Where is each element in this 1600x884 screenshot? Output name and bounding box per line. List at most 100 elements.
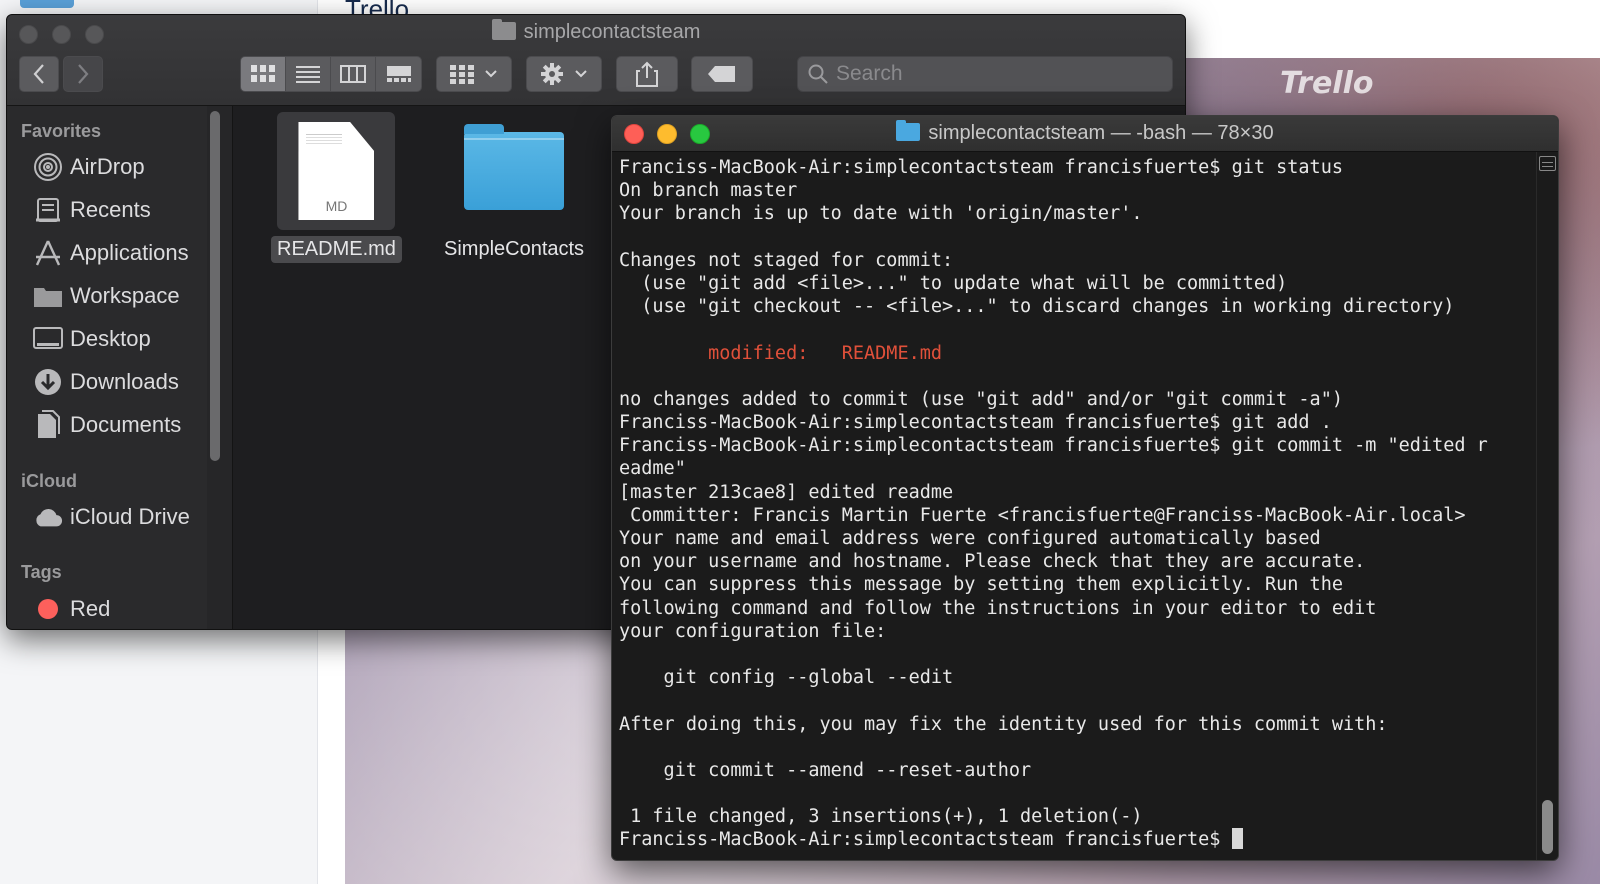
red-tag-dot-icon xyxy=(33,595,63,623)
columns-icon xyxy=(340,65,366,83)
terminal-line: Franciss-MacBook-Air:simplecontactsteam … xyxy=(619,435,1488,457)
sidebar-item-airdrop[interactable]: AirDrop xyxy=(33,150,145,184)
column-view-button[interactable] xyxy=(331,57,376,91)
grid-icon xyxy=(251,65,275,82)
chevron-down-icon xyxy=(575,70,587,78)
sidebar-item-applications[interactable]: Applications xyxy=(33,236,189,270)
terminal-titlebar: simplecontactsteam — -bash — 78×30 xyxy=(612,116,1558,152)
gallery-view-button[interactable] xyxy=(376,57,421,91)
terminal-line: Committer: Francis Martin Fuerte <franci… xyxy=(619,504,1466,526)
list-icon xyxy=(296,66,320,83)
gear-icon xyxy=(541,63,563,85)
sidebar-item-tag-red[interactable]: Red xyxy=(33,592,110,626)
desktop-icon xyxy=(33,325,63,353)
search-icon xyxy=(808,64,828,84)
share-icon xyxy=(636,61,658,87)
sidebar-item-label: Red xyxy=(70,596,111,621)
chevron-down-icon xyxy=(485,70,497,78)
group-by-button[interactable] xyxy=(436,56,512,92)
terminal-line: git config --global --edit xyxy=(619,667,954,689)
terminal-line: Your branch is up to date with 'origin/m… xyxy=(619,203,1143,225)
folder-icon xyxy=(464,124,565,210)
sidebar-item-workspace[interactable]: Workspace xyxy=(33,279,180,313)
file-item-readme[interactable]: MD README.md xyxy=(271,112,402,263)
file-name: SimpleContacts xyxy=(444,238,585,260)
sidebar-item-desktop[interactable]: Desktop xyxy=(33,322,151,356)
file-thumbnail: MD xyxy=(277,112,396,230)
terminal-line: on your username and hostname. Please ch… xyxy=(619,551,1366,573)
folder-icon xyxy=(896,120,921,141)
documents-icon xyxy=(33,410,63,439)
applications-icon xyxy=(33,239,63,267)
sidebar-item-label: iCloud Drive xyxy=(70,504,190,529)
chevron-left-icon xyxy=(33,64,44,84)
terminal-prompt-line[interactable]: Franciss-MacBook-Air:simplecontactsteam … xyxy=(619,828,1536,851)
icloud-header: iCloud xyxy=(21,471,77,491)
trello-logo: Trello xyxy=(1280,66,1374,101)
cloud-icon xyxy=(33,503,63,531)
list-view-button[interactable] xyxy=(286,57,331,91)
terminal-line: (use "git checkout -- <file>..." to disc… xyxy=(619,296,1455,318)
recents-icon xyxy=(33,196,63,224)
background-tab xyxy=(20,0,74,8)
sidebar-item-documents[interactable]: Documents xyxy=(33,408,181,442)
terminal-line: On branch master xyxy=(619,180,798,202)
gallery-icon xyxy=(386,66,411,82)
sidebar-scrollbar[interactable] xyxy=(210,111,220,461)
terminal-output[interactable]: Franciss-MacBook-Air:simplecontactsteam … xyxy=(612,152,1536,860)
sidebar-item-label: AirDrop xyxy=(70,154,145,179)
tags-button[interactable] xyxy=(691,56,753,92)
chevron-right-icon xyxy=(78,64,89,84)
finder-title: simplecontactsteam xyxy=(7,19,1185,44)
sidebar-item-label: Workspace xyxy=(70,283,180,308)
favorites-header: Favorites xyxy=(21,121,102,141)
share-button[interactable] xyxy=(616,56,678,92)
terminal-line: Franciss-MacBook-Air:simplecontactsteam … xyxy=(619,412,1332,434)
terminal-prompt: Franciss-MacBook-Air:simplecontactsteam … xyxy=(619,829,1232,851)
sidebar-item-label: Desktop xyxy=(70,326,151,351)
back-button[interactable] xyxy=(19,56,59,92)
sidebar-item-label: Documents xyxy=(70,412,182,437)
search-field[interactable] xyxy=(797,56,1173,92)
file-name: README.md xyxy=(271,236,402,263)
terminal-line: following command and follow the instruc… xyxy=(619,597,1377,619)
finder-sidebar: Favorites AirDrop Recents Applications W… xyxy=(7,106,207,629)
file-item-simplecontacts[interactable]: SimpleContacts xyxy=(438,112,590,263)
icon-view-button[interactable] xyxy=(241,57,286,91)
terminal-line: no changes added to commit (use "git add… xyxy=(619,388,1343,410)
terminal-line: (use "git add <file>..." to update what … xyxy=(619,272,1288,294)
sidebar-item-icloud-drive[interactable]: iCloud Drive xyxy=(33,500,190,534)
tag-icon xyxy=(708,66,735,82)
terminal-scroll-track xyxy=(1536,152,1558,860)
folder-icon xyxy=(33,282,63,310)
terminal-window: simplecontactsteam — -bash — 78×30 Franc… xyxy=(611,115,1559,861)
terminal-line: Changes not staged for commit: xyxy=(619,249,954,271)
finder-toolbar: simplecontactsteam xyxy=(7,15,1185,106)
tags-header: Tags xyxy=(21,562,62,582)
terminal-line: eadme" xyxy=(619,458,686,480)
terminal-title: simplecontactsteam — -bash — 78×30 xyxy=(612,120,1558,145)
terminal-line: your configuration file: xyxy=(619,620,887,642)
action-button[interactable] xyxy=(526,56,602,92)
terminal-line: Your name and email address were configu… xyxy=(619,528,1321,549)
forward-button[interactable] xyxy=(63,56,103,92)
terminal-line: Franciss-MacBook-Air:simplecontactsteam … xyxy=(619,157,1343,178)
downloads-icon xyxy=(33,368,63,396)
markdown-file-icon: MD xyxy=(298,122,375,220)
search-input[interactable] xyxy=(836,62,1136,86)
sidebar-item-recents[interactable]: Recents xyxy=(33,193,151,227)
terminal-line: modified: README.md xyxy=(619,342,943,364)
terminal-line: After doing this, you may fix the identi… xyxy=(619,713,1388,735)
text-cursor xyxy=(1231,828,1243,850)
terminal-line: git commit --amend --reset-author xyxy=(619,759,1032,781)
folder-icon xyxy=(491,19,516,40)
sidebar-item-downloads[interactable]: Downloads xyxy=(33,365,179,399)
terminal-scrollbar[interactable] xyxy=(1542,800,1553,854)
view-mode-selector xyxy=(240,56,422,92)
terminal-line: [master 213cae8] edited readme xyxy=(619,481,954,503)
split-pane-icon[interactable] xyxy=(1539,156,1556,171)
sidebar-item-label: Downloads xyxy=(70,369,179,394)
